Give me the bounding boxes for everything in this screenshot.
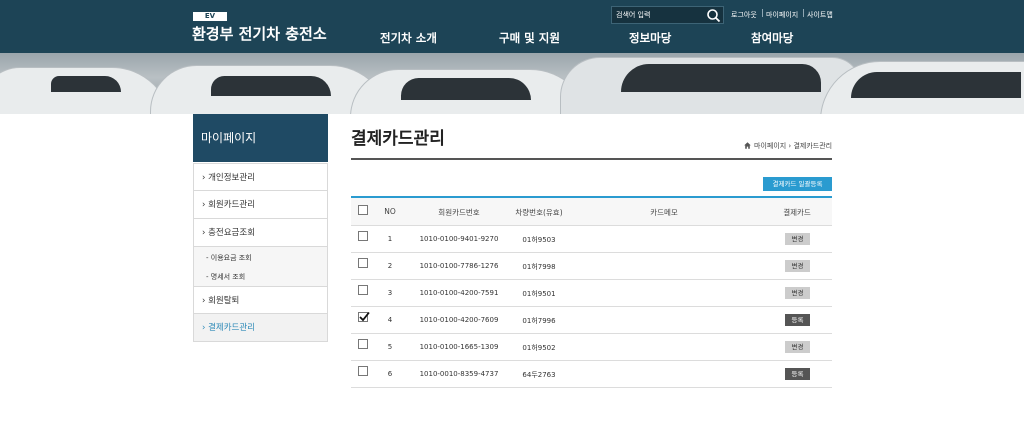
row-card-number: 1010-0100-7786-1276 xyxy=(419,262,499,270)
car-image xyxy=(560,57,862,114)
row-card-number: 1010-0100-1665-1309 xyxy=(419,343,499,351)
row-no: 2 xyxy=(387,262,393,270)
row-divider xyxy=(351,252,832,253)
col-header-payment-card: 결제카드 xyxy=(783,208,811,217)
car-image xyxy=(0,67,172,114)
car-image xyxy=(350,69,592,114)
col-header-card-number: 회원카드번호 xyxy=(438,208,480,217)
row-no: 3 xyxy=(387,289,393,297)
change-card-button[interactable]: 변경 xyxy=(785,233,810,245)
table-header xyxy=(351,198,832,226)
row-checkbox[interactable] xyxy=(358,285,368,295)
nav-participation[interactable]: 참여마당 xyxy=(751,30,793,46)
row-divider xyxy=(351,225,832,226)
row-no: 6 xyxy=(387,370,393,378)
sidebar-item-member-card[interactable]: › 회원카드관리 xyxy=(193,191,328,219)
row-divider xyxy=(351,360,832,361)
sidebar-item-withdraw[interactable]: › 회원탈퇴 xyxy=(193,286,328,314)
col-header-card-memo: 카드메모 xyxy=(650,208,678,217)
row-checkbox[interactable] xyxy=(358,258,368,268)
row-card-number: 1010-0010-8359-4737 xyxy=(419,370,499,378)
col-header-no: NO xyxy=(384,207,396,216)
nav-purchase-support[interactable]: 구매 및 지원 xyxy=(499,30,560,46)
bulk-register-button[interactable]: 결제카드 일괄등록 xyxy=(763,177,832,191)
top-header: EV 환경부 전기차 충전소 로그아웃 마이페이지 사이트맵 전기차 소개 구매… xyxy=(0,0,1024,53)
nav-ev-intro[interactable]: 전기차 소개 xyxy=(380,30,437,46)
row-car-number: 01허9502 xyxy=(522,344,556,352)
sitemap-link[interactable]: 사이트맵 xyxy=(807,10,833,20)
sidebar-item-payment-card[interactable]: › 결제카드관리 xyxy=(193,314,328,342)
ev-logo-badge[interactable]: EV xyxy=(193,12,227,21)
logout-link[interactable]: 로그아웃 xyxy=(731,10,757,20)
title-divider xyxy=(351,158,832,160)
row-card-number: 1010-0100-4200-7609 xyxy=(419,316,499,324)
row-checkbox[interactable] xyxy=(358,311,370,322)
sidebar-subitem-usage-fee[interactable]: - 이용요금 조회 xyxy=(206,253,252,263)
row-checkbox[interactable] xyxy=(358,339,368,349)
row-no: 1 xyxy=(387,235,393,243)
sidebar-subitem-statement[interactable]: - 명세서 조회 xyxy=(206,272,245,282)
row-divider xyxy=(351,387,832,388)
row-card-number: 1010-0100-4200-7591 xyxy=(419,289,499,297)
change-card-button[interactable]: 변경 xyxy=(785,260,810,272)
row-car-number: 01허9501 xyxy=(522,290,556,298)
select-all-checkbox[interactable] xyxy=(358,205,368,215)
row-divider xyxy=(351,306,832,307)
breadcrumb: 마이페이지 › 결제카드관리 xyxy=(744,141,832,151)
change-card-button[interactable]: 변경 xyxy=(785,287,810,299)
mypage-link[interactable]: 마이페이지 xyxy=(766,10,798,20)
change-card-button[interactable]: 변경 xyxy=(785,341,810,353)
util-divider xyxy=(803,9,804,17)
row-car-number: 01허7996 xyxy=(522,317,556,325)
hero-banner xyxy=(0,53,1024,114)
row-checkbox[interactable] xyxy=(358,366,368,376)
checkmark-icon xyxy=(359,311,370,322)
row-card-number: 1010-0100-9401-9270 xyxy=(419,235,499,243)
search-icon[interactable] xyxy=(706,8,721,23)
row-checkbox[interactable] xyxy=(358,231,368,241)
row-no: 4 xyxy=(387,316,393,324)
row-divider xyxy=(351,333,832,334)
site-title[interactable]: 환경부 전기차 충전소 xyxy=(192,23,327,44)
sidebar-item-personal-info[interactable]: › 개인정보관리 xyxy=(193,163,328,191)
search-box xyxy=(611,6,724,24)
row-car-number: 64두2763 xyxy=(522,371,556,379)
home-icon[interactable] xyxy=(744,142,751,151)
search-input[interactable] xyxy=(616,9,702,21)
sidebar-item-charge-fee[interactable]: › 충전요금조회 xyxy=(193,219,328,247)
nav-info[interactable]: 정보마당 xyxy=(629,30,671,46)
register-card-button[interactable]: 등록 xyxy=(785,368,810,380)
row-no: 5 xyxy=(387,343,393,351)
row-car-number: 01허9503 xyxy=(522,236,556,244)
sidebar-title: 마이페이지 xyxy=(193,114,328,162)
row-divider xyxy=(351,279,832,280)
page-title: 결제카드관리 xyxy=(351,129,445,149)
breadcrumb-text: 마이페이지 › 결제카드관리 xyxy=(754,142,833,150)
util-divider xyxy=(762,9,763,17)
col-header-car-number: 차량번호(유효) xyxy=(515,208,563,217)
register-card-button[interactable]: 등록 xyxy=(785,314,810,326)
row-car-number: 01허7998 xyxy=(522,263,556,271)
car-image xyxy=(820,61,1024,114)
